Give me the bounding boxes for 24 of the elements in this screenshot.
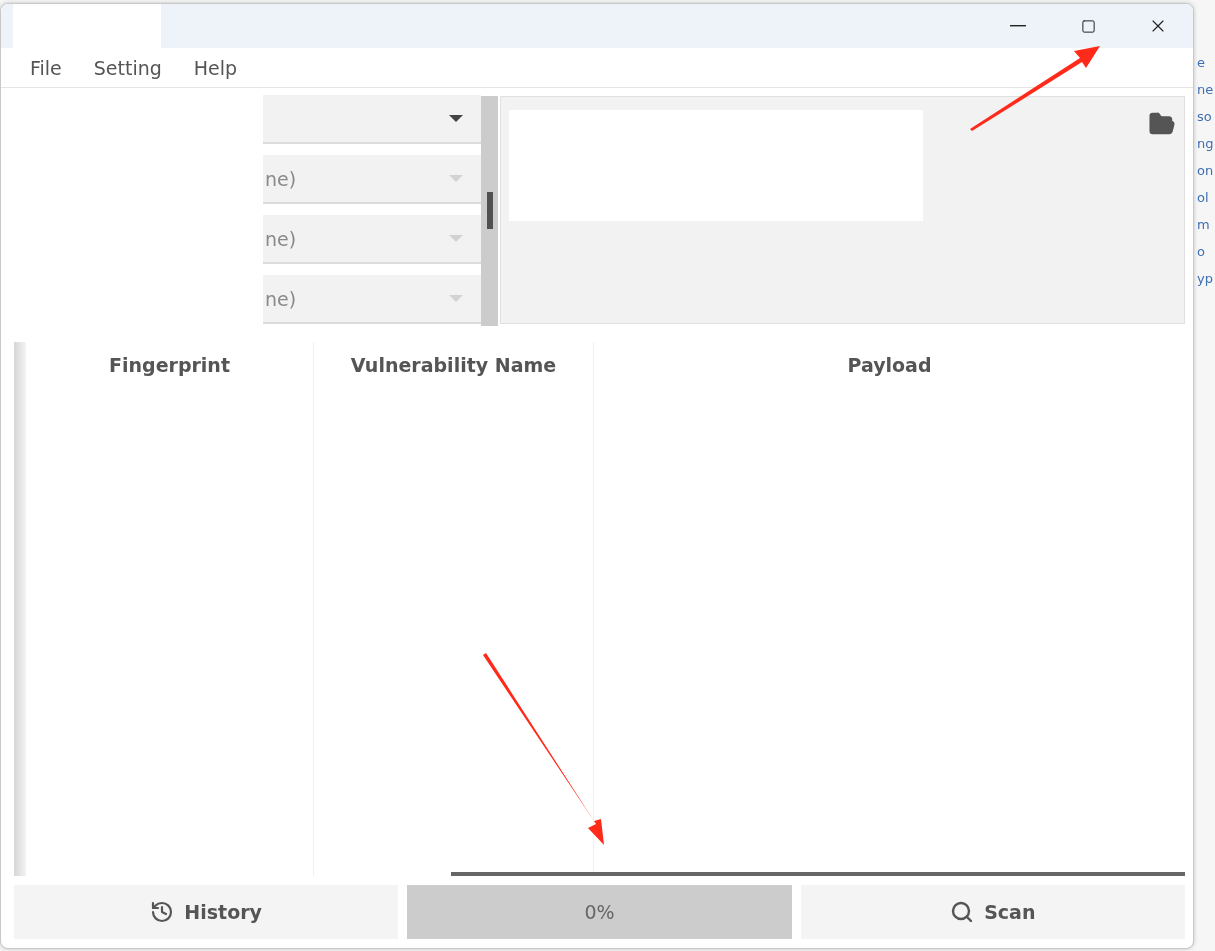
progress-text: 0% xyxy=(584,901,615,923)
minimize-icon xyxy=(1010,25,1026,27)
maximize-icon xyxy=(1080,18,1096,34)
background-text: ng xyxy=(1196,136,1215,151)
column-header: Payload xyxy=(847,353,932,376)
background-text: ol xyxy=(1196,190,1210,205)
background-text: e xyxy=(1196,55,1206,70)
background-text: ne xyxy=(1196,82,1215,97)
column-header: Vulnerability Name xyxy=(350,353,557,376)
menu-item[interactable]: Help xyxy=(181,52,250,83)
background-text: on xyxy=(1196,163,1215,178)
background-text: yp xyxy=(1196,271,1214,286)
scan-button[interactable]: Scan xyxy=(800,885,1185,939)
menu-item[interactable]: File xyxy=(18,52,74,83)
background-text: m xyxy=(1196,217,1211,232)
history-button[interactable]: History xyxy=(14,885,399,939)
scrollbar[interactable] xyxy=(451,872,1185,876)
search-icon xyxy=(950,900,975,924)
background-text: o xyxy=(1196,244,1206,259)
menu-item[interactable]: Setting xyxy=(81,52,174,83)
column-header: Fingerprint xyxy=(109,353,230,376)
history-icon xyxy=(150,900,175,924)
background-text: so xyxy=(1196,109,1213,124)
scrollbar[interactable] xyxy=(481,96,498,326)
